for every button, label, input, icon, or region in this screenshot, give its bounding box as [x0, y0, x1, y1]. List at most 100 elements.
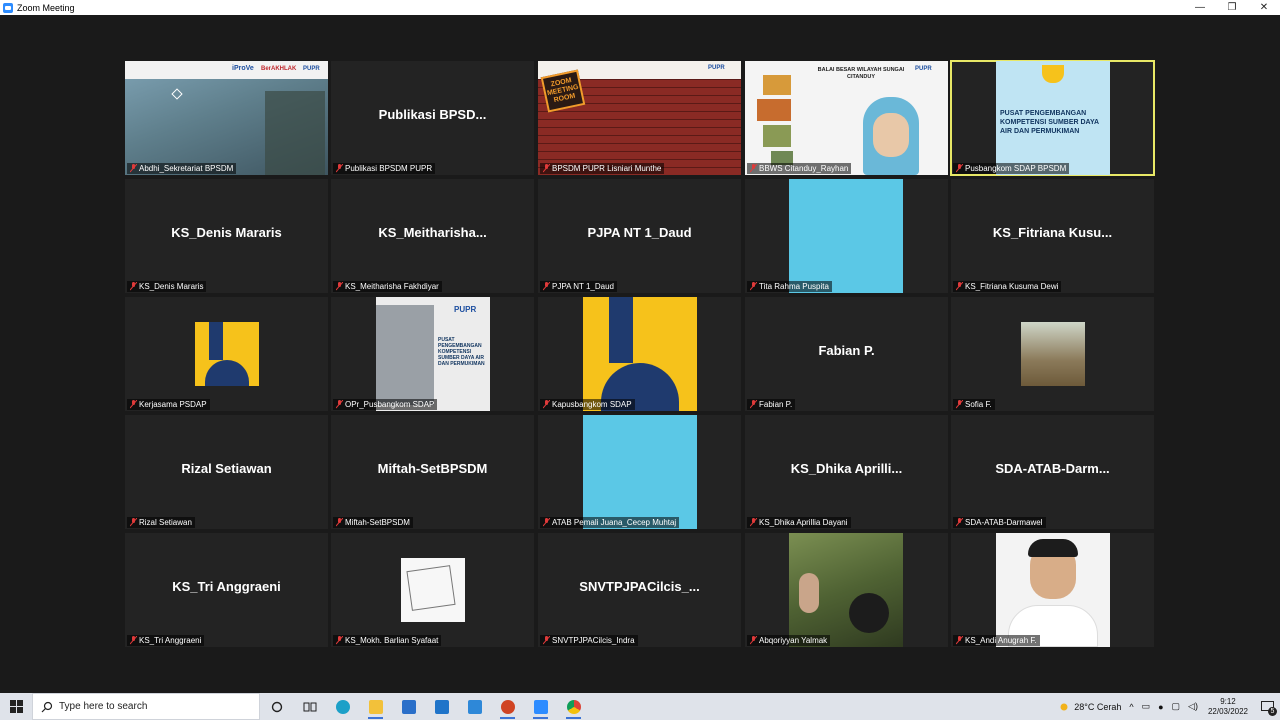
minimize-button[interactable]: — — [1184, 0, 1216, 15]
file-explorer-icon[interactable] — [359, 693, 392, 720]
chrome-icon[interactable] — [557, 693, 590, 720]
app-icon[interactable] — [458, 693, 491, 720]
participant-photo — [996, 533, 1110, 647]
video-tile[interactable]: SDA-ATAB-Darm... SDA-ATAB-Darmawel — [951, 415, 1154, 529]
opr-slide-title: PUSAT PENGEMBANGAN KOMPETENSI SUMBER DAY… — [438, 337, 485, 367]
maximize-button[interactable]: ❐ — [1216, 0, 1248, 15]
participant-name: Miftah-SetBPSDM — [377, 461, 488, 476]
mic-muted-icon — [543, 518, 550, 527]
start-button[interactable] — [0, 693, 32, 720]
building-photo: iProVe BerAKHLAK PUPR — [125, 61, 328, 175]
mail-icon[interactable] — [425, 693, 458, 720]
gallery-view: iProVe BerAKHLAK PUPR Abdhi_Sekretariat … — [0, 15, 1280, 693]
microphone-icon[interactable]: ● — [1158, 702, 1163, 712]
video-tile[interactable]: KS_Dhika Aprilli... KS_Dhika Aprillia Da… — [745, 415, 948, 529]
participant-label: BPSDM PUPR Lisniari Munthe — [540, 163, 665, 174]
mic-muted-icon — [130, 282, 137, 291]
store-icon[interactable] — [392, 693, 425, 720]
video-tile[interactable]: Miftah-SetBPSDM Miftah-SetBPSDM — [331, 415, 534, 529]
video-tile[interactable]: Kapusbangkom SDAP — [538, 297, 741, 411]
chevron-up-icon[interactable]: ^ — [1129, 702, 1133, 712]
video-tile[interactable]: Kerjasama PSDAP — [125, 297, 328, 411]
video-tile[interactable]: ATAB Pemali Juana_Cecep Muhtaj — [538, 415, 741, 529]
clock[interactable]: 9:12 22/03/2022 — [1208, 697, 1248, 717]
mic-muted-icon — [543, 400, 550, 409]
display-icon[interactable]: ▢ — [1172, 701, 1181, 712]
video-tile[interactable]: BALAI BESAR WILAYAH SUNGAI CITANDUY PUPR… — [745, 61, 948, 175]
video-tile[interactable]: Fabian P. Fabian P. — [745, 297, 948, 411]
search-placeholder: Type here to search — [59, 701, 148, 712]
clock-date: 22/03/2022 — [1207, 706, 1248, 716]
video-tile[interactable]: Abqoriyyan Yalmak — [745, 533, 948, 647]
video-tile[interactable]: PUPR PUSAT PENGEMBANGAN KOMPETENSI SUMBE… — [331, 297, 534, 411]
participant-name: PJPA NT 1_Daud — [587, 225, 692, 240]
mic-muted-icon — [336, 282, 343, 291]
powerpoint-icon[interactable] — [491, 693, 524, 720]
video-tile[interactable]: SNVTPJPACilcis_... SNVTPJPACilcis_Indra — [538, 533, 741, 647]
participant-video-garden — [789, 533, 903, 647]
close-button[interactable]: ✕ — [1248, 0, 1280, 15]
participant-label: Kerjasama PSDAP — [127, 399, 210, 410]
video-tile[interactable]: iProVe BerAKHLAK PUPR Abdhi_Sekretariat … — [125, 61, 328, 175]
video-tile[interactable]: KS_Tri Anggraeni KS_Tri Anggraeni — [125, 533, 328, 647]
notification-count: 5 — [1268, 707, 1277, 716]
participant-label: Abqoriyyan Yalmak — [747, 635, 831, 646]
clock-time: 9:12 — [1220, 696, 1236, 706]
participant-label: Sofia F. — [953, 399, 995, 410]
edge-browser-icon[interactable] — [326, 693, 359, 720]
mic-muted-icon — [543, 282, 550, 291]
mic-muted-icon — [750, 400, 757, 409]
mic-muted-icon — [336, 400, 343, 409]
participant-name: Fabian P. — [818, 343, 875, 358]
video-tile[interactable]: PJPA NT 1_Daud PJPA NT 1_Daud — [538, 179, 741, 293]
participant-name: Publikasi BPSD... — [378, 107, 487, 122]
mic-muted-icon — [543, 164, 550, 173]
mic-muted-icon — [130, 518, 137, 527]
video-tile[interactable]: KS_Denis Mararis KS_Denis Mararis — [125, 179, 328, 293]
window-title: Zoom Meeting — [17, 2, 75, 13]
mic-muted-icon — [750, 164, 757, 173]
berakhlak-logo: BerAKHLAK — [261, 66, 297, 72]
video-tile[interactable]: Publikasi BPSD... Publikasi BPSDM PUPR — [331, 61, 534, 175]
pupr-logo: PUPR — [915, 66, 932, 72]
pupr-logo: PUPR — [303, 66, 320, 72]
video-tile[interactable]: Rizal Setiawan Rizal Setiawan — [125, 415, 328, 529]
video-tile[interactable]: Tita Rahma Puspita — [745, 179, 948, 293]
video-tile[interactable]: KS_Mokh. Barlian Syafaat — [331, 533, 534, 647]
video-tile[interactable]: KS_Meitharisha... KS_Meitharisha Fakhdiy… — [331, 179, 534, 293]
video-tile[interactable]: Sofia F. — [951, 297, 1154, 411]
cortana-icon[interactable] — [260, 693, 293, 720]
iprove-logo: iProVe — [232, 65, 254, 72]
video-tile[interactable]: KS_Fitriana Kusu... KS_Fitriana Kusuma D… — [951, 179, 1154, 293]
participant-label: SNVTPJPACilcis_Indra — [540, 635, 638, 646]
brick-wall-background: PUPR ZOOM MEETING ROOM — [538, 61, 741, 175]
video-tile[interactable]: PUPR ZOOM MEETING ROOM BPSDM PUPR Lisnia… — [538, 61, 741, 175]
pusbangkom-title: PUSAT PENGEMBANGAN KOMPETENSI SUMBER DAY… — [1000, 110, 1099, 135]
participant-label: ATAB Pemali Juana_Cecep Muhtaj — [540, 517, 680, 528]
video-tile[interactable]: KS_Andi Anugrah F. — [951, 533, 1154, 647]
video-tile-active-speaker[interactable]: PUSAT PENGEMBANGAN KOMPETENSI SUMBER DAY… — [950, 60, 1155, 176]
participant-name: KS_Dhika Aprilli... — [790, 461, 903, 476]
weather-text[interactable]: 28°C Cerah — [1074, 702, 1121, 712]
taskbar-search-box[interactable]: Type here to search — [32, 693, 260, 720]
bbws-header: BALAI BESAR WILAYAH SUNGAI CITANDUY — [817, 67, 905, 80]
profile-picture-sketch — [401, 558, 465, 622]
participant-label: Fabian P. — [747, 399, 796, 410]
participant-label: Abdhi_Sekretariat BPSDM — [127, 163, 237, 174]
volume-icon[interactable]: ◁) — [1188, 701, 1198, 712]
participant-name: Rizal Setiawan — [181, 461, 272, 476]
pupr-logo: PUPR — [454, 305, 477, 314]
notification-center-icon[interactable]: 5 — [1254, 693, 1280, 720]
window-controls: — ❐ ✕ — [1184, 0, 1280, 15]
participant-label: BBWS Citanduy_Rayhan — [747, 163, 852, 174]
pupr-logo-picture — [583, 297, 697, 411]
task-view-icon[interactable] — [293, 693, 326, 720]
mic-muted-icon — [750, 636, 757, 645]
participant-label: KS_Fitriana Kusuma Dewi — [953, 281, 1062, 292]
participant-label: Tita Rahma Puspita — [747, 281, 832, 292]
zoom-taskbar-icon[interactable] — [524, 693, 557, 720]
network-icon[interactable]: ▭ — [1142, 701, 1151, 712]
mic-muted-icon — [336, 164, 343, 173]
mic-muted-icon — [956, 400, 963, 409]
mic-muted-icon — [956, 636, 963, 645]
